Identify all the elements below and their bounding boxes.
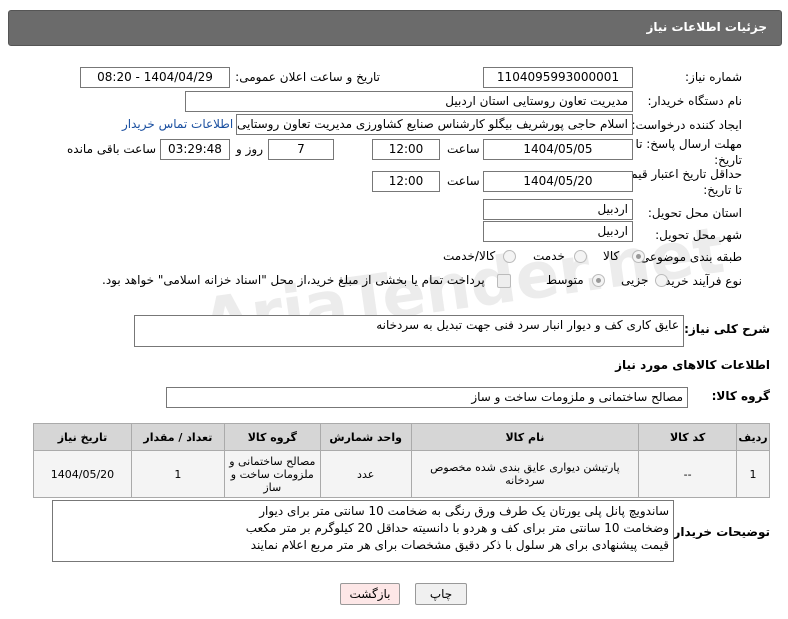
col-name: نام کالا bbox=[410, 423, 640, 451]
days-label: روز و bbox=[236, 142, 263, 156]
announce-field: 1404/04/29 - 08:20 bbox=[80, 67, 230, 88]
category-opt-service: خدمت bbox=[533, 249, 565, 263]
cell-group: مصالح ساختمانی و ملزومات ساخت و ساز bbox=[223, 450, 321, 498]
process-opt-medium: متوسط bbox=[546, 273, 584, 287]
announce-label: تاریخ و ساعت اعلان عمومی: bbox=[235, 70, 380, 84]
payment-checkbox[interactable] bbox=[497, 274, 511, 288]
remaining-label: ساعت باقی مانده bbox=[67, 142, 157, 156]
process-opt-minor: جزیی bbox=[621, 273, 649, 287]
deadline-date-field: 1404/05/05 bbox=[483, 139, 633, 160]
cell-qty: 1 bbox=[130, 450, 225, 498]
process-radio-medium[interactable] bbox=[592, 274, 605, 287]
category-radio-both[interactable] bbox=[503, 250, 516, 263]
cell-row: 1 bbox=[736, 450, 770, 498]
back-button[interactable]: بازگشت bbox=[340, 583, 400, 605]
goods-table: ردیف کد کالا نام کالا واحد شمارش گروه کا… bbox=[33, 423, 770, 498]
city-field: اردبیل bbox=[483, 221, 633, 242]
table-row: 1 -- پارتیشن دیواری عایق بندی شده مخصوص … bbox=[33, 450, 770, 498]
payment-note: پرداخت تمام یا بخشی از مبلغ خرید،از محل … bbox=[102, 273, 485, 287]
col-qty: تعداد / مقدار bbox=[130, 423, 225, 451]
category-radio-service[interactable] bbox=[574, 250, 587, 263]
province-label: استان محل تحویل: bbox=[647, 206, 742, 220]
category-opt-both: کالا/خدمت bbox=[443, 249, 496, 263]
buyer-notes-line-3: قیمت پیشنهادی برای هر سلول با ذکر دقیق م… bbox=[250, 538, 669, 552]
table-header-row: ردیف کد کالا نام کالا واحد شمارش گروه کا… bbox=[33, 423, 770, 451]
province-field: اردبیل bbox=[483, 199, 633, 220]
buyer-org-label: نام دستگاه خریدار: bbox=[647, 94, 743, 108]
col-row: ردیف bbox=[736, 423, 770, 451]
print-button[interactable]: چاپ bbox=[415, 583, 467, 605]
cell-unit: عدد bbox=[319, 450, 412, 498]
cell-code: -- bbox=[638, 450, 738, 498]
deadline-time-label: ساعت bbox=[447, 142, 480, 156]
deadline-time-field: 12:00 bbox=[372, 139, 440, 160]
category-radio-goods[interactable] bbox=[632, 250, 645, 263]
days-field: 7 bbox=[268, 139, 334, 160]
creator-label: ایجاد کننده درخواست: bbox=[631, 118, 742, 132]
price-valid-date-field: 1404/05/20 bbox=[483, 171, 633, 192]
process-label: نوع فرآیند خرید : bbox=[657, 274, 742, 288]
buyer-notes-line-2: وضخامت 10 سانتی متر برای کف و هردو با دا… bbox=[245, 521, 669, 535]
cell-date: 1404/05/20 bbox=[33, 450, 132, 498]
buyer-org-field: مدیریت تعاون روستایی استان اردبیل bbox=[185, 91, 633, 112]
creator-field: اسلام حاجی پورشریف بیگلو کارشناس صنایع ک… bbox=[236, 114, 633, 135]
description-label: شرح کلی نیاز: bbox=[684, 322, 770, 336]
page-header: جزئیات اطلاعات نیاز bbox=[8, 10, 782, 46]
col-unit: واحد شمارش bbox=[319, 423, 412, 451]
col-code: کد کالا bbox=[638, 423, 738, 451]
col-group: گروه کالا bbox=[223, 423, 321, 451]
city-label: شهر محل تحویل: bbox=[655, 228, 742, 242]
goods-group-field: مصالح ساختمانی و ملزومات ساخت و ساز bbox=[166, 387, 688, 408]
buyer-notes-label: توضیحات خریدار: bbox=[668, 525, 770, 539]
description-field: عایق کاری کف و دیوار انبار سرد فنی جهت ت… bbox=[134, 315, 684, 347]
buyer-notes-field: ساندویچ پانل پلی یورتان یک طرف ورق رنگی … bbox=[52, 500, 674, 562]
category-opt-goods: کالا bbox=[603, 249, 620, 263]
process-radio-minor[interactable] bbox=[655, 274, 668, 287]
category-label: طبقه بندی موضوعی: bbox=[635, 250, 742, 264]
need-number-label: شماره نیاز: bbox=[685, 70, 742, 84]
price-valid-time-label: ساعت bbox=[447, 174, 480, 188]
page-title: جزئیات اطلاعات نیاز bbox=[646, 20, 767, 34]
col-date: تاریخ نیاز bbox=[33, 423, 132, 451]
cell-name: پارتیشن دیواری عایق بندی شده مخصوص سردخا… bbox=[410, 450, 640, 498]
remaining-time-field: 03:29:48 bbox=[160, 139, 230, 160]
price-valid-time-field: 12:00 bbox=[372, 171, 440, 192]
contact-link[interactable]: اطلاعات تماس خریدار bbox=[122, 117, 233, 131]
need-number-field: 1104095993000001 bbox=[483, 67, 633, 88]
buyer-notes-line-1: ساندویچ پانل پلی یورتان یک طرف ورق رنگی … bbox=[259, 504, 669, 518]
goods-group-label: گروه کالا: bbox=[711, 389, 770, 403]
goods-info-title: اطلاعات کالاهای مورد نیاز bbox=[615, 358, 770, 372]
